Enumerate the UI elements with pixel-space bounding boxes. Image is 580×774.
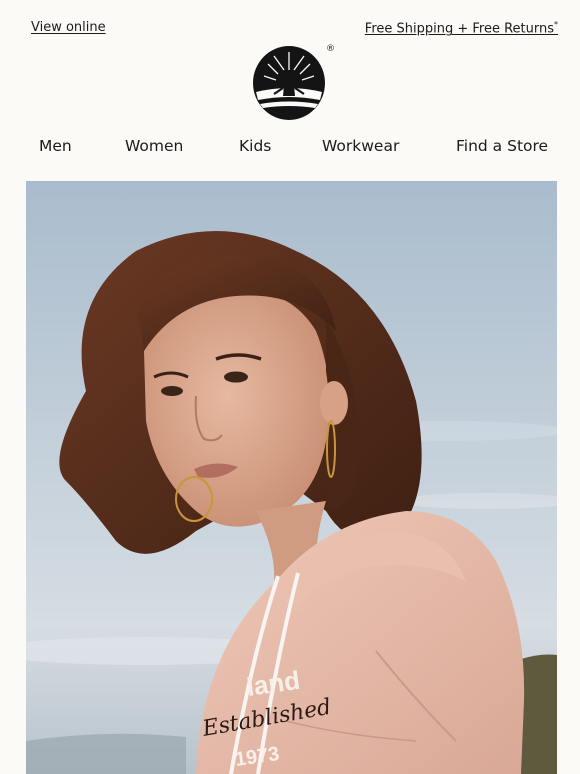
nav-item-women[interactable]: Women: [125, 137, 183, 155]
free-shipping-text: Free Shipping + Free Returns: [364, 21, 554, 37]
hero-image[interactable]: land Established 1973: [26, 181, 557, 774]
nav-item-men[interactable]: Men: [39, 137, 72, 155]
main-navigation: Men Women Kids Workwear Find a Store: [0, 132, 580, 162]
view-online-link[interactable]: View online: [31, 20, 106, 35]
asterisk-mark: *: [554, 20, 558, 29]
nav-item-workwear[interactable]: Workwear: [322, 137, 399, 155]
nav-item-find-a-store[interactable]: Find a Store: [456, 137, 548, 155]
email-header-bar: View online Free Shipping + Free Returns…: [0, 0, 580, 44]
nav-item-kids[interactable]: Kids: [239, 137, 271, 155]
registered-mark: ®: [326, 44, 335, 54]
timberland-tree-icon: [253, 46, 325, 120]
hero-photo: land Established 1973: [26, 181, 557, 774]
free-shipping-link[interactable]: Free Shipping + Free Returns*: [365, 20, 558, 36]
timberland-logo[interactable]: ®: [252, 44, 336, 122]
